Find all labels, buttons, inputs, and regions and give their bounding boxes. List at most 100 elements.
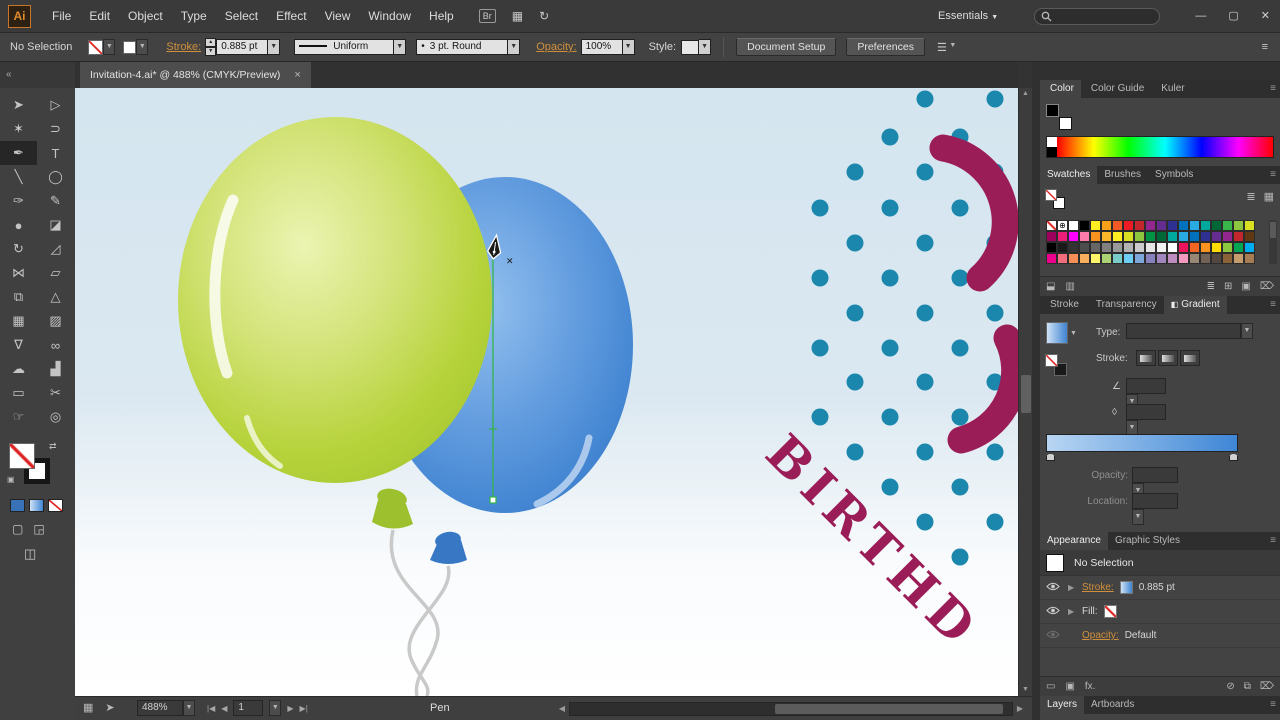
- tab-artboards[interactable]: Artboards: [1084, 696, 1141, 714]
- gradient-slider[interactable]: [1046, 434, 1238, 452]
- default-fill-stroke-icon[interactable]: ▣: [7, 475, 15, 484]
- stroke-panel-link[interactable]: Stroke:: [166, 41, 201, 53]
- menu-object[interactable]: Object: [119, 0, 172, 33]
- menu-file[interactable]: File: [43, 0, 80, 33]
- artboard-caret-icon[interactable]: ▼: [269, 700, 282, 716]
- swatch[interactable]: [1046, 253, 1057, 264]
- swatch[interactable]: [1046, 231, 1057, 242]
- vertical-scrollbar[interactable]: ▲ ▼: [1018, 88, 1032, 696]
- opacity-field[interactable]: 100%: [580, 39, 623, 55]
- swatch[interactable]: [1189, 253, 1200, 264]
- width-tool[interactable]: ⋈: [0, 261, 37, 285]
- tab-color-guide[interactable]: Color Guide: [1081, 80, 1151, 98]
- appearance-item-label[interactable]: Opacity:: [1082, 630, 1119, 641]
- gradient-opacity-field[interactable]: [1132, 467, 1178, 483]
- color-mode-button[interactable]: [10, 499, 25, 512]
- gradient-aspect-field[interactable]: [1126, 404, 1166, 420]
- tab-gradient[interactable]: ◧ Gradient: [1163, 296, 1227, 314]
- ellipse-tool[interactable]: ◯: [37, 165, 74, 189]
- swatch[interactable]: [1211, 253, 1222, 264]
- tab-appearance[interactable]: Appearance: [1040, 532, 1108, 550]
- swatch[interactable]: [1178, 220, 1189, 231]
- swatch[interactable]: [1090, 220, 1101, 231]
- fill-swatch[interactable]: [9, 443, 35, 469]
- swatch[interactable]: [1068, 231, 1079, 242]
- swatch[interactable]: [1101, 242, 1112, 253]
- prev-artboard-icon[interactable]: ◀: [221, 704, 227, 713]
- width-profile-caret-icon[interactable]: ▼: [394, 39, 407, 55]
- list-view-icon[interactable]: ≣: [1246, 190, 1255, 203]
- minimize-button[interactable]: —: [1195, 0, 1206, 33]
- swatch[interactable]: [1244, 253, 1255, 264]
- pen-tool[interactable]: ✒: [0, 141, 37, 165]
- swatch[interactable]: [1200, 242, 1211, 253]
- arrange-documents-icon[interactable]: ▦: [512, 9, 523, 23]
- artboard-tool[interactable]: ▭: [0, 381, 37, 405]
- artboard-canvas[interactable]: BIRTHD ✕: [75, 88, 1018, 696]
- direct-selection-tool[interactable]: ▷: [37, 93, 74, 117]
- align-icon[interactable]: ☰: [937, 41, 947, 54]
- style-chip[interactable]: [681, 39, 700, 55]
- scroll-down-icon[interactable]: ▼: [1019, 684, 1032, 696]
- panel-menu-icon[interactable]: ≡: [1270, 166, 1276, 184]
- eraser-tool[interactable]: ◪: [37, 213, 74, 237]
- add-fill-icon[interactable]: ▣: [1065, 681, 1074, 692]
- slice-tool[interactable]: ✂: [37, 381, 74, 405]
- swatch[interactable]: [1189, 242, 1200, 253]
- swatch[interactable]: [1189, 231, 1200, 242]
- add-stroke-icon[interactable]: ▭: [1046, 681, 1055, 692]
- swatch[interactable]: [1200, 253, 1211, 264]
- swatch[interactable]: [1222, 253, 1233, 264]
- appearance-item-label[interactable]: Fill:: [1082, 606, 1098, 617]
- magic-wand-tool[interactable]: ✶: [0, 117, 37, 141]
- zoom-caret-icon[interactable]: ▼: [183, 700, 195, 716]
- swatch[interactable]: [1134, 253, 1145, 264]
- swatch[interactable]: [1057, 220, 1068, 231]
- swatch[interactable]: [1090, 231, 1101, 242]
- gradient-tool[interactable]: ▨: [37, 309, 74, 333]
- tab-stroke[interactable]: Stroke: [1040, 296, 1086, 314]
- appearance-item-swatch[interactable]: [1103, 605, 1117, 618]
- swatch[interactable]: [1090, 253, 1101, 264]
- appearance-row[interactable]: ▶ Fill:: [1040, 600, 1280, 624]
- tab-brushes[interactable]: Brushes: [1097, 166, 1148, 184]
- menu-help[interactable]: Help: [420, 0, 463, 33]
- swatch[interactable]: [1123, 231, 1134, 242]
- stroke-weight-caret-icon[interactable]: ▼: [268, 39, 281, 55]
- draw-behind-icon[interactable]: ◲: [33, 522, 44, 536]
- swatch[interactable]: [1211, 242, 1222, 253]
- tab-layers[interactable]: Layers: [1040, 696, 1085, 714]
- line-segment-tool[interactable]: ╲: [0, 165, 37, 189]
- blend-tool[interactable]: ∞: [37, 333, 74, 357]
- tab-kuler[interactable]: Kuler: [1151, 80, 1191, 98]
- swatch[interactable]: [1244, 231, 1255, 242]
- swatch[interactable]: [1134, 231, 1145, 242]
- document-setup-button[interactable]: Document Setup: [736, 38, 837, 56]
- swatch[interactable]: [1134, 242, 1145, 253]
- swatch-scrollbar[interactable]: [1269, 220, 1277, 264]
- swatch[interactable]: [1233, 253, 1244, 264]
- shape-builder-tool[interactable]: ⧉: [0, 285, 37, 309]
- scroll-up-icon[interactable]: ▲: [1019, 88, 1032, 100]
- rotate-tool[interactable]: ↻: [0, 237, 37, 261]
- delete-swatch-icon[interactable]: ⌦: [1260, 281, 1274, 292]
- stroke-color-chip[interactable]: [123, 40, 137, 54]
- swatch[interactable]: [1145, 242, 1156, 253]
- visibility-eye-icon[interactable]: [1046, 582, 1062, 594]
- gradient-mode-button[interactable]: [29, 499, 44, 512]
- gradient-angle-field[interactable]: [1126, 378, 1166, 394]
- type-tool[interactable]: T: [37, 141, 74, 165]
- cs-live-icon[interactable]: ↻: [539, 9, 549, 23]
- swatch-kinds-icon[interactable]: ▥: [1065, 281, 1074, 292]
- swatch[interactable]: [1046, 242, 1057, 253]
- swatch[interactable]: [1123, 220, 1134, 231]
- toolbar-collapse-icon[interactable]: «: [0, 62, 75, 88]
- column-graph-tool[interactable]: ▟: [37, 357, 74, 381]
- gradient-preview-chip[interactable]: [1046, 322, 1068, 344]
- panel-menu-icon[interactable]: ≡: [1270, 532, 1276, 550]
- gradient-type-select[interactable]: [1126, 323, 1241, 339]
- tab-transparency[interactable]: Transparency: [1086, 296, 1164, 314]
- swap-fill-stroke-icon[interactable]: ⇄: [49, 441, 57, 452]
- swatch[interactable]: [1101, 253, 1112, 264]
- swatch[interactable]: [1200, 231, 1211, 242]
